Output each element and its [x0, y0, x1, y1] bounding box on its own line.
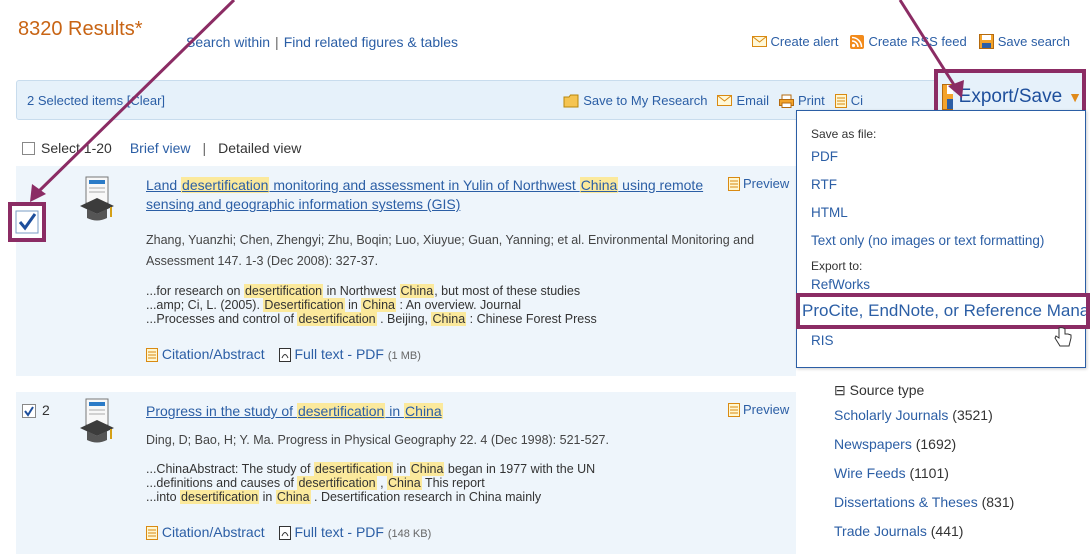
create-rss-link[interactable]: Create RSS feed [850, 34, 967, 49]
preview-link[interactable]: Preview [728, 176, 789, 191]
result-authors: Ding, D; Bao, H; Y. Ma. Progress in Phys… [146, 433, 609, 447]
create-alert-link[interactable]: Create alert [751, 34, 838, 49]
scholarly-journal-icon [78, 176, 116, 226]
facet-item[interactable]: Newspapers (1692) [834, 430, 1074, 459]
full-text-pdf-link[interactable]: Full text - PDF (1 MB) [278, 346, 421, 363]
scholarly-journal-icon [78, 398, 116, 448]
result-title[interactable]: Progress in the study of desertification… [146, 402, 736, 421]
source-type-facets: ⊟ Source type Scholarly Journals (3521) … [834, 382, 1074, 546]
selected-items[interactable]: 2 Selected items [Clear] [27, 93, 165, 108]
save-research-button[interactable]: Save to My Research [563, 93, 707, 108]
print-button[interactable]: Print [778, 93, 825, 108]
brief-view-link[interactable]: Brief view [130, 140, 191, 156]
save-as-file-heading: Save as file: [811, 127, 877, 141]
export-html-option[interactable]: HTML [811, 205, 848, 220]
search-within-link[interactable]: Search within [186, 34, 270, 50]
toolbar-actions: Save to My Research Email Print Ci [563, 93, 863, 108]
result-2-checkbox[interactable] [22, 404, 36, 418]
preview-icon [728, 176, 740, 191]
header-actions: Create alert Create RSS feed Save search [751, 34, 1070, 49]
facet-heading[interactable]: ⊟ Source type [834, 382, 1074, 399]
envelope-icon [717, 95, 733, 106]
export-pdf-option[interactable]: PDF [811, 149, 838, 164]
floppy-icon [978, 34, 994, 49]
pdf-icon [278, 526, 291, 541]
find-related-link[interactable]: Find related figures & tables [284, 34, 458, 50]
export-dropdown: Save as file: PDF RTF HTML Text only (no… [796, 110, 1086, 368]
citation-icon [146, 348, 158, 363]
result-item-2: 2 Progress in the study of desertificati… [16, 392, 796, 554]
citation-abstract-link[interactable]: Citation/Abstract [146, 524, 265, 541]
envelope-icon [751, 36, 767, 47]
facet-item[interactable]: Scholarly Journals (3521) [834, 401, 1074, 430]
email-button[interactable]: Email [717, 93, 769, 108]
preview-link[interactable]: Preview [728, 402, 789, 417]
citation-icon [146, 526, 158, 541]
facet-item[interactable]: Trade Journals (441) [834, 517, 1074, 546]
result-item-1: Land desertification monitoring and asse… [16, 166, 796, 376]
results-header: 8320 Results* Search within | Find related… [18, 14, 1072, 54]
cite-button[interactable]: Ci [834, 93, 863, 108]
select-range-label: Select 1-20 [41, 140, 112, 156]
full-text-pdf-link[interactable]: Full text - PDF (148 KB) [278, 524, 431, 541]
select-all-checkbox[interactable] [22, 141, 35, 155]
result-links: Citation/Abstract Full text - PDF (148 K… [146, 524, 431, 541]
result-number: 2 [42, 402, 50, 418]
floppy-icon [942, 84, 953, 110]
result-snippet: ...for research on desertification in No… [146, 284, 597, 326]
result-authors: Zhang, Yuanzhi; Chen, Zhengyi; Zhu, Boqi… [146, 233, 755, 268]
result-title[interactable]: Land desertification monitoring and asse… [146, 176, 736, 214]
export-to-heading: Export to: [811, 259, 863, 273]
pdf-icon [278, 348, 291, 363]
export-procite-option[interactable]: ProCite, EndNote, or Reference Manager [796, 293, 1090, 329]
result-snippet: ...ChinaAbstract: The study of desertifi… [146, 462, 596, 504]
rss-icon [850, 34, 865, 49]
folder-icon [563, 94, 579, 107]
results-count: 8320 Results* [18, 18, 143, 40]
printer-icon [778, 94, 794, 108]
facet-item[interactable]: Wire Feeds (1101) [834, 459, 1074, 488]
export-refworks-option[interactable]: RefWorks [811, 277, 870, 292]
header-links: Search within | Find related figures & tab… [186, 34, 459, 50]
result-1-checkbox[interactable] [8, 202, 46, 242]
save-search-link[interactable]: Save search [978, 34, 1070, 49]
cite-icon [834, 93, 847, 108]
detailed-view-link[interactable]: Detailed view [218, 140, 301, 156]
citation-abstract-link[interactable]: Citation/Abstract [146, 346, 265, 363]
export-text-option[interactable]: Text only (no images or text formatting) [811, 233, 1044, 248]
preview-icon [728, 402, 740, 417]
export-ris-option[interactable]: RIS [811, 333, 834, 348]
caret-down-icon: ▼ [1068, 89, 1082, 105]
result-links: Citation/Abstract Full text - PDF (1 MB) [146, 346, 421, 363]
export-rtf-option[interactable]: RTF [811, 177, 837, 192]
facet-item[interactable]: Dissertations & Theses (831) [834, 488, 1074, 517]
export-save-label: Export/Save [958, 86, 1063, 107]
hand-cursor-icon [1054, 327, 1072, 347]
view-row: Select 1-20 Brief view | Detailed view [22, 140, 301, 156]
